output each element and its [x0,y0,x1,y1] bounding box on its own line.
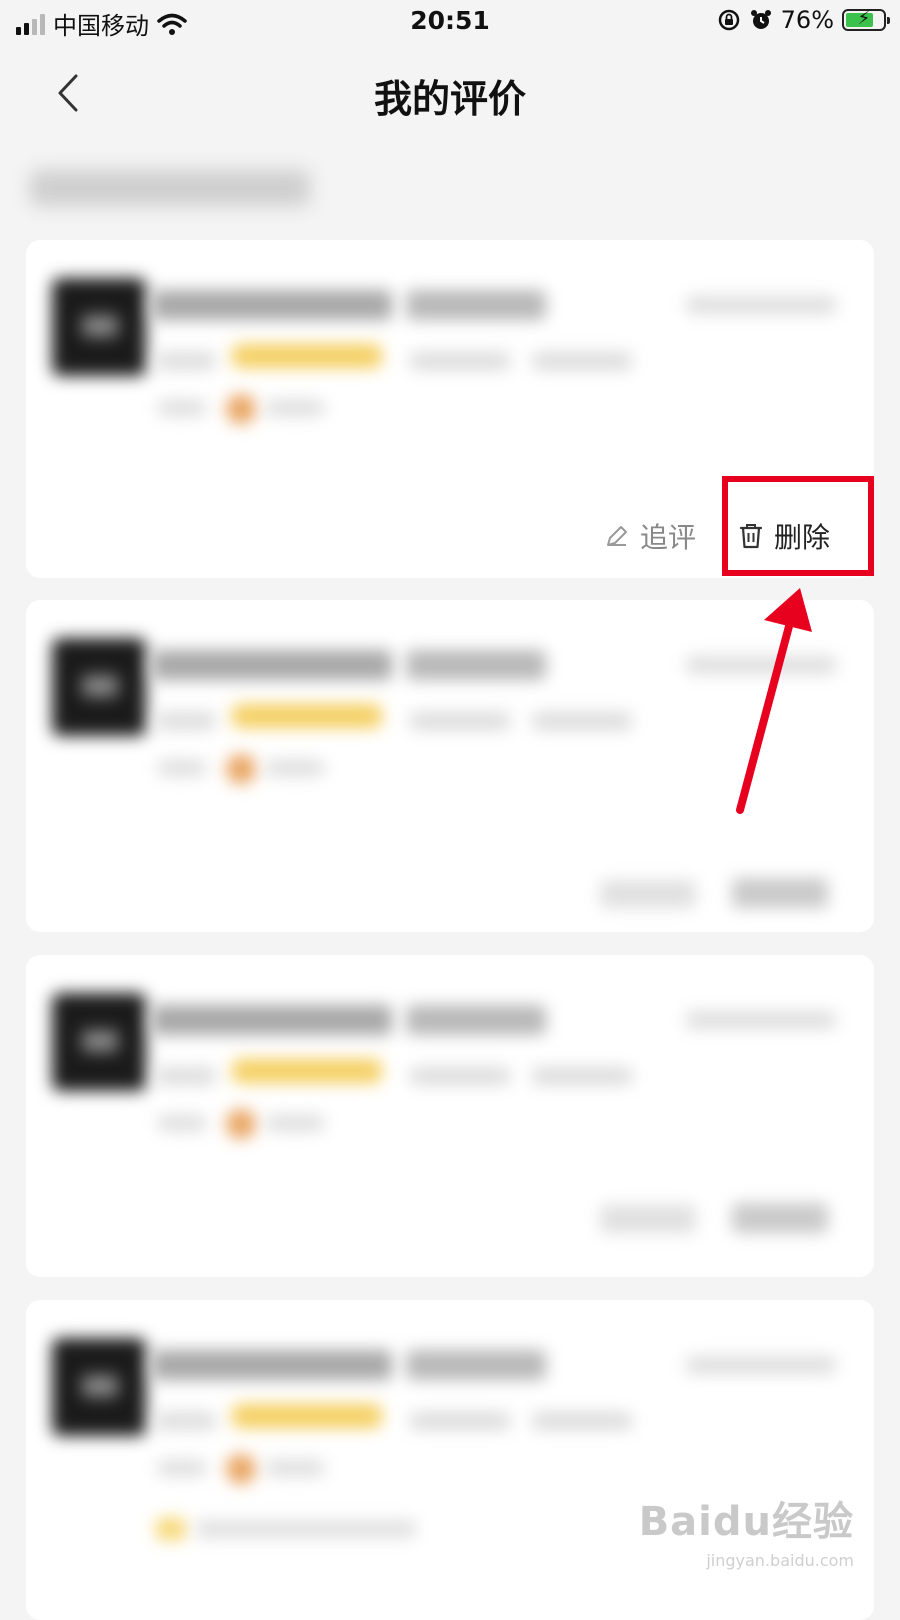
thumbnail-mark [82,1030,118,1052]
blurred-spec [410,712,510,730]
blurred-label [156,1067,216,1085]
blurred-spec [532,712,632,730]
blurred-product-name [152,290,392,320]
blurred-label [156,352,216,370]
blurred-emoji [226,1454,256,1484]
status-bar: 中国移动 20:51 76% ⚡ [0,0,900,46]
blurred-delete-button[interactable] [732,1203,828,1233]
blurred-delete-button[interactable] [732,878,828,908]
charging-bolt-icon: ⚡ [857,8,871,29]
blurred-label [158,1115,206,1131]
thumbnail-mark [82,675,118,697]
blurred-product-name [152,1350,392,1380]
watermark: Baidu经验 jingyan.baidu.com [639,1489,854,1570]
blurred-date [686,296,836,314]
blurred-product-variant [406,290,546,320]
blurred-tag-text [196,1520,416,1538]
blurred-follow-up-button[interactable] [600,880,696,908]
blurred-summary [30,170,310,206]
blurred-emoji [226,394,256,424]
blurred-emoji [226,1109,256,1139]
blurred-emoji [226,754,256,784]
blurred-product-name [152,650,392,680]
watermark-logo: Baidu经验 [638,1499,854,1545]
blurred-date [686,1356,836,1374]
blurred-product-variant [406,1005,546,1035]
blurred-date [686,1011,836,1029]
blurred-star-rating [232,1404,382,1428]
blurred-label [266,1115,324,1131]
blurred-spec [532,1412,632,1430]
rotation-lock-icon [718,9,739,31]
follow-up-label: 追评 [639,521,696,554]
blurred-product-name [152,1005,392,1035]
status-right: 76% ⚡ [717,6,890,34]
blurred-spec [410,352,510,370]
blurred-star-rating [232,1059,382,1083]
thumbnail-mark [82,1375,118,1397]
blurred-product-variant [406,650,546,680]
blurred-follow-up-button[interactable] [600,1205,696,1233]
blurred-tag-icon [156,1518,186,1540]
blurred-label [158,1460,206,1476]
blurred-star-rating [232,344,382,368]
blurred-product-variant [406,1350,546,1380]
blurred-spec [410,1067,510,1085]
review-card [26,1300,874,1620]
annotation-arrow [736,588,812,814]
watermark-url: jingyan.baidu.com [706,1551,854,1570]
battery-percent: 76% [780,6,834,34]
nav-bar: 我的评价 [0,52,900,132]
pencil-icon [606,526,627,546]
battery-icon: ⚡ [842,8,890,31]
blurred-label [158,760,206,776]
alarm-icon [750,10,771,29]
thumbnail-mark [82,315,118,337]
blurred-label [266,760,324,776]
blurred-label [156,712,216,730]
blurred-label [266,400,324,416]
blurred-label [158,400,206,416]
blurred-spec [532,1067,632,1085]
blurred-spec [410,1412,510,1430]
page-title: 我的评价 [373,77,526,121]
annotation-highlight-box [722,476,874,576]
blurred-label [156,1412,216,1430]
follow-up-review-button[interactable]: 追评 [604,516,696,556]
blurred-star-rating [232,704,382,728]
review-card [26,955,874,1277]
blurred-spec [532,352,632,370]
blurred-label [266,1460,324,1476]
